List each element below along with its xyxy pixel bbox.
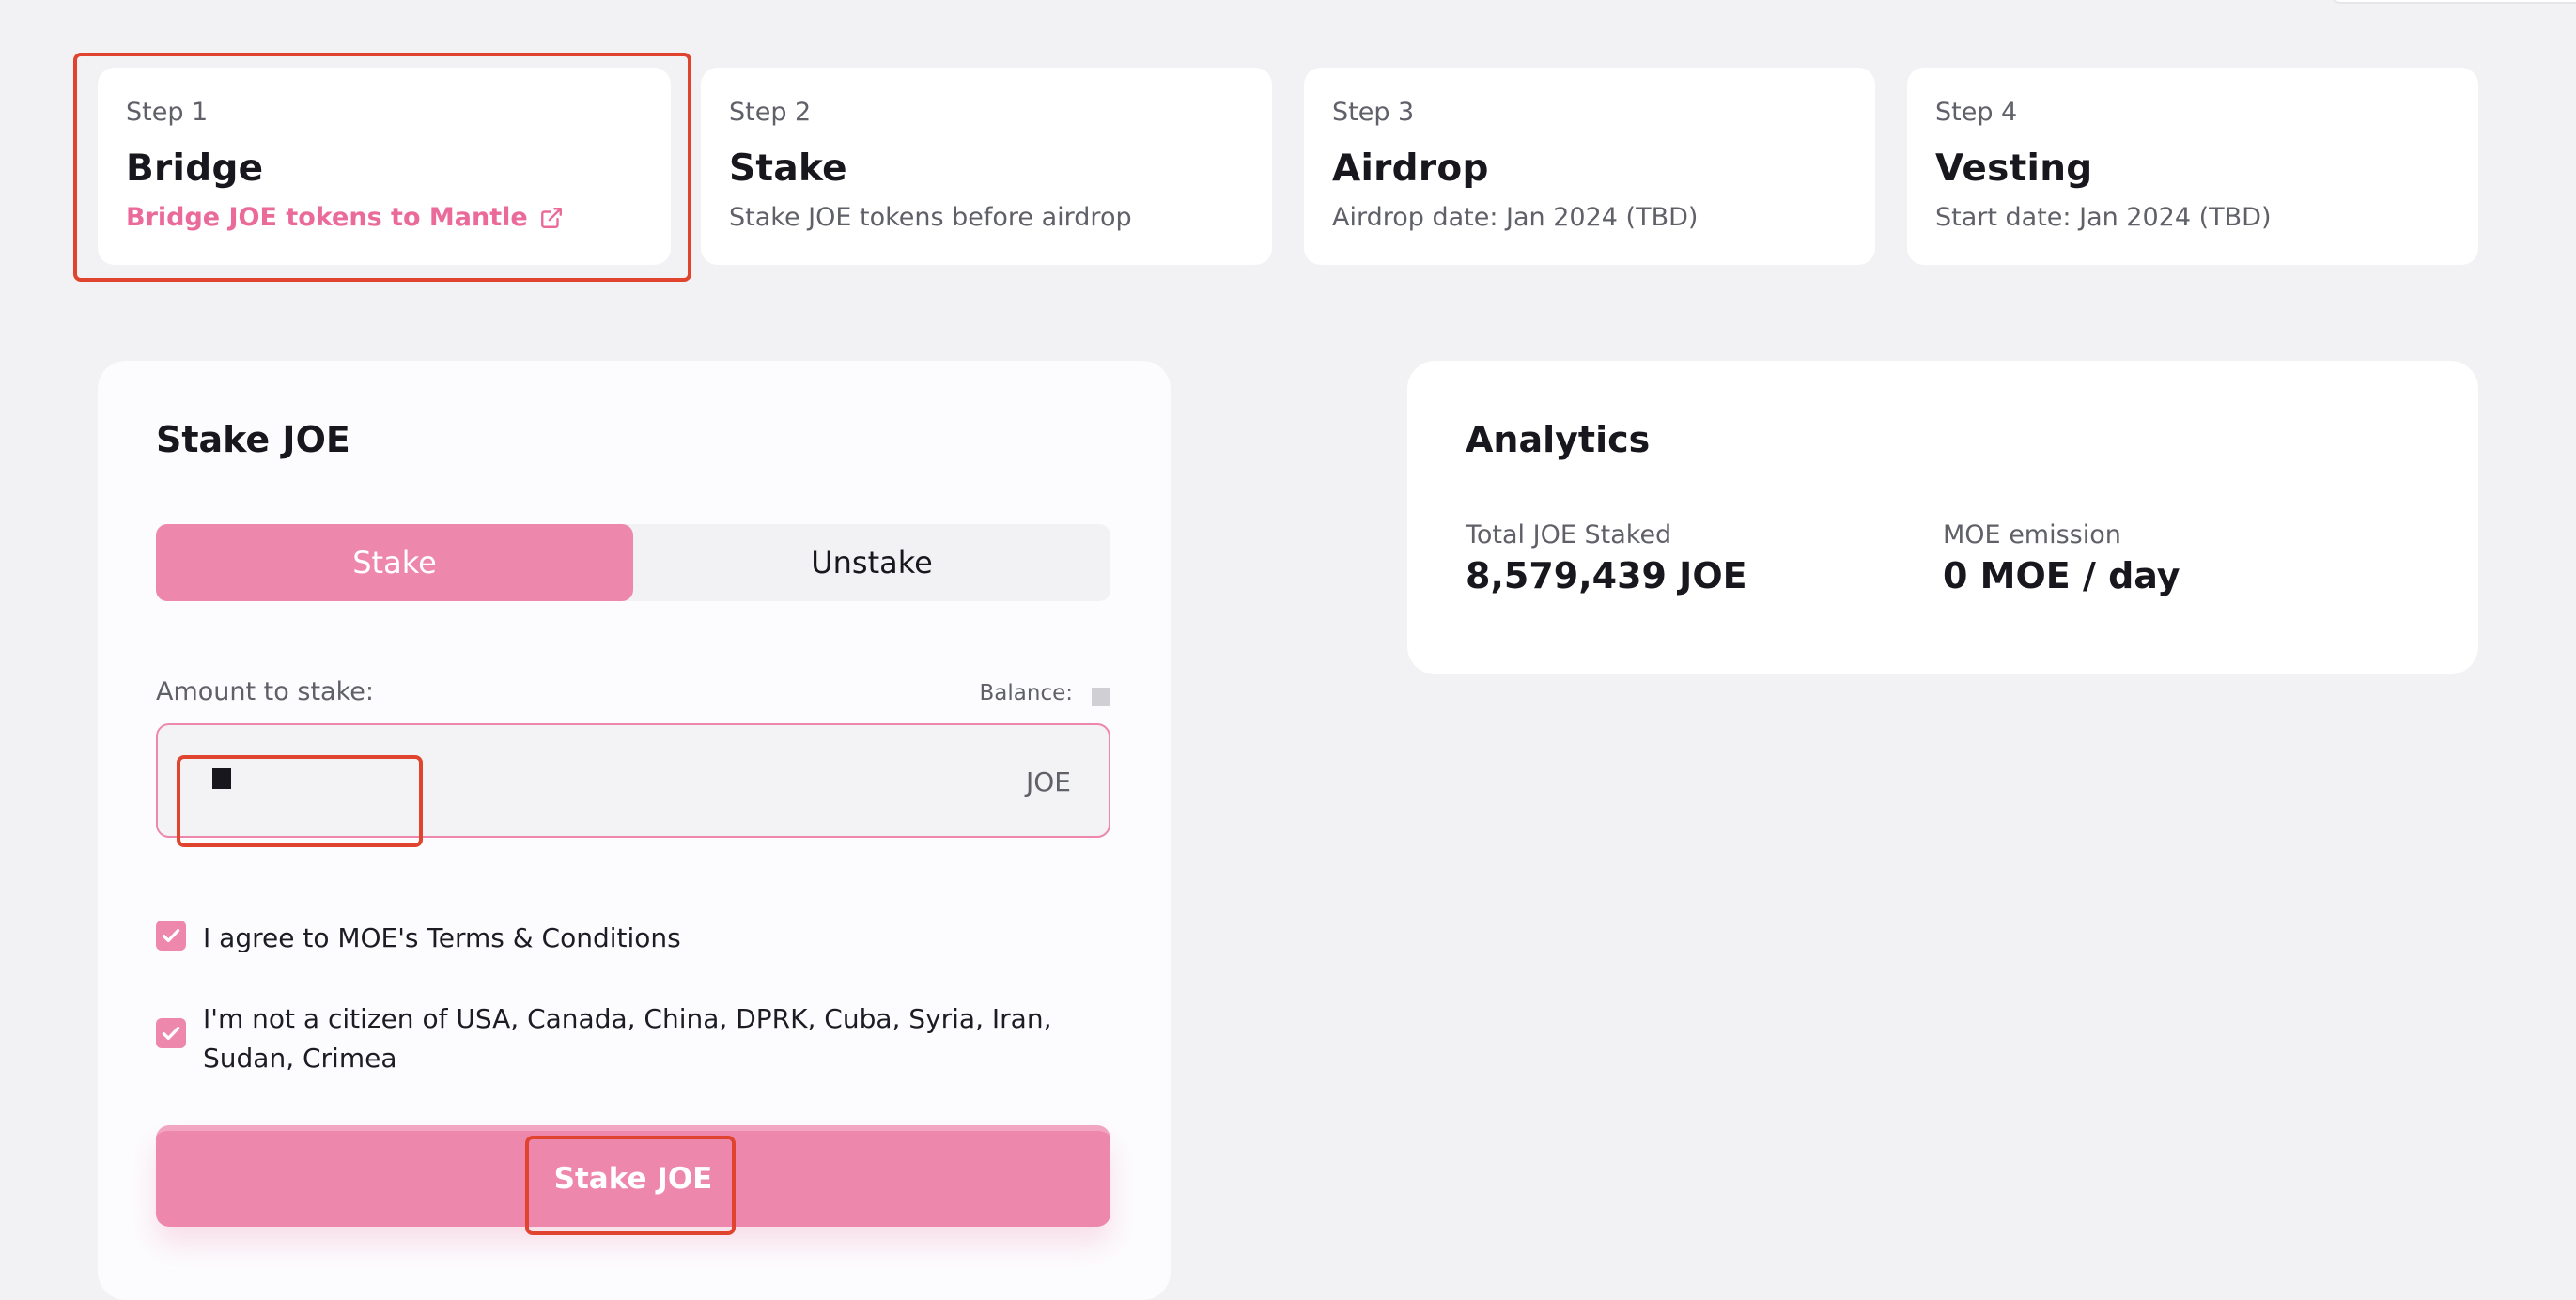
stake-unstake-toggle: Stake Unstake: [156, 524, 1110, 601]
stake-joe-button[interactable]: Stake JOE: [156, 1125, 1110, 1227]
balance-value-placeholder: [1092, 688, 1110, 706]
tab-unstake[interactable]: Unstake: [633, 524, 1110, 601]
metric-moe-emission: MOE emission 0 MOE / day: [1943, 520, 2420, 596]
citizenship-checkbox-label: I'm not a citizen of USA, Canada, China,…: [203, 1003, 1052, 1074]
step-title: Airdrop: [1332, 147, 1489, 190]
top-right-control[interactable]: [2330, 0, 2576, 4]
analytics-title: Analytics: [1466, 419, 1651, 460]
terms-checkbox[interactable]: [156, 921, 186, 951]
balance: Balance:: [980, 680, 1110, 706]
amount-input[interactable]: JOE: [156, 723, 1110, 838]
panel-title: Stake JOE: [156, 419, 350, 460]
step-card-bridge: Step 1 Bridge Bridge JOE tokens to Mantl…: [98, 68, 671, 265]
step-title: Vesting: [1935, 147, 2093, 190]
balance-label: Balance:: [979, 681, 1073, 705]
metric-label: MOE emission: [1943, 520, 2121, 549]
step-number: Step 4: [1935, 98, 2018, 127]
citizenship-checkbox[interactable]: [156, 1018, 186, 1048]
step-description: Stake JOE tokens before airdrop: [729, 203, 1132, 232]
analytics-panel: Analytics Total JOE Staked 8,579,439 JOE…: [1407, 361, 2478, 674]
step-description: Airdrop date: Jan 2024 (TBD): [1332, 203, 1699, 232]
bridge-link-label: Bridge JOE tokens to Mantle: [126, 203, 528, 232]
step-card-vesting: Step 4 Vesting Start date: Jan 2024 (TBD…: [1907, 68, 2478, 265]
step-card-airdrop: Step 3 Airdrop Airdrop date: Jan 2024 (T…: [1304, 68, 1875, 265]
terms-checkbox-row: I agree to MOE's Terms & Conditions: [156, 919, 1110, 958]
input-unit: JOE: [1026, 766, 1071, 797]
step-title: Bridge: [126, 147, 264, 190]
checkmark-icon: [162, 928, 180, 943]
terms-checkbox-label: I agree to MOE's Terms & Conditions: [203, 922, 681, 953]
step-number: Step 1: [126, 98, 209, 127]
step-number: Step 3: [1332, 98, 1415, 127]
metric-value: 8,579,439 JOE: [1466, 555, 1747, 596]
amount-row: Amount to stake: Balance:: [156, 676, 1110, 706]
step-number: Step 2: [729, 98, 812, 127]
step-title: Stake: [729, 147, 847, 190]
amount-label: Amount to stake:: [156, 676, 374, 706]
step-card-stake: Step 2 Stake Stake JOE tokens before air…: [701, 68, 1272, 265]
citizenship-checkbox-row: I'm not a citizen of USA, Canada, China,…: [156, 999, 1110, 1078]
analytics-metrics: Total JOE Staked 8,579,439 JOE MOE emiss…: [1466, 520, 2420, 596]
tab-stake[interactable]: Stake: [156, 524, 633, 601]
bridge-link[interactable]: Bridge JOE tokens to Mantle: [126, 203, 643, 232]
metric-total-staked: Total JOE Staked 8,579,439 JOE: [1466, 520, 1943, 596]
external-link-icon: [540, 207, 562, 228]
metric-value: 0 MOE / day: [1943, 555, 2180, 596]
stake-panel: Stake JOE Stake Unstake Amount to stake:…: [98, 361, 1171, 1300]
checkmark-icon: [162, 1026, 180, 1041]
input-cursor: [212, 768, 231, 789]
staking-page: Step 1 Bridge Bridge JOE tokens to Mantl…: [0, 0, 2576, 1300]
step-description: Start date: Jan 2024 (TBD): [1935, 203, 2272, 232]
metric-label: Total JOE Staked: [1466, 520, 1672, 549]
